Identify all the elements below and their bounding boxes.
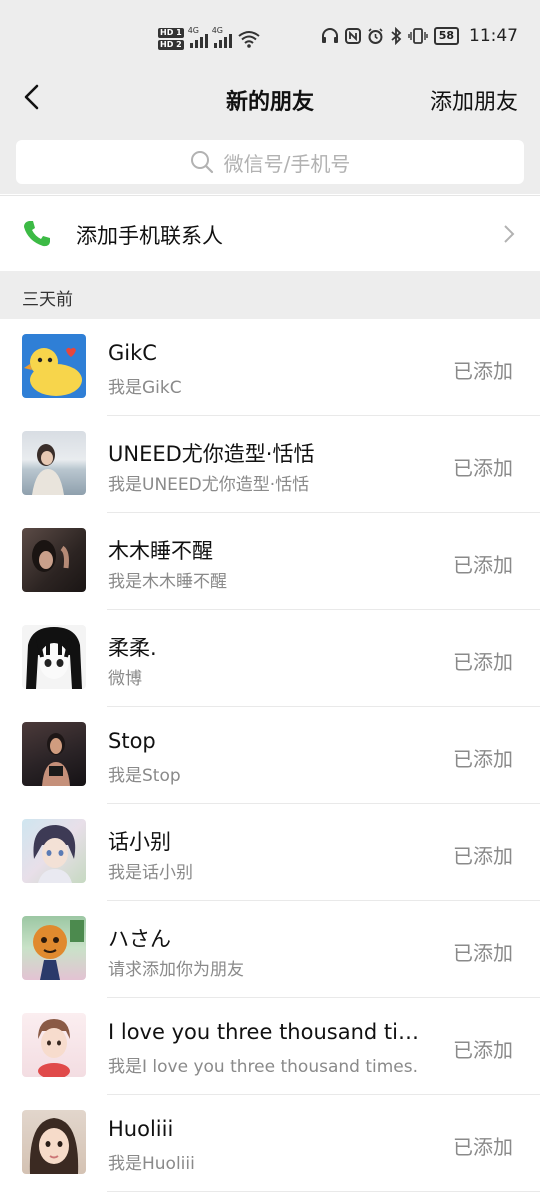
added-status: 已添加 xyxy=(453,747,513,771)
friend-message: 我是话小别 xyxy=(108,863,193,883)
friend-message: 我是Huoliii xyxy=(108,1154,195,1174)
friend-name: Huoliii xyxy=(108,1117,174,1141)
added-status: 已添加 xyxy=(453,359,513,383)
friend-name: Stop xyxy=(108,729,156,753)
cartoon-avatar[interactable] xyxy=(22,916,86,980)
search-input[interactable]: 微信号/手机号 xyxy=(16,140,524,184)
added-status: 已添加 xyxy=(453,1038,513,1062)
list-item[interactable]: 木木睡不醒 我是木木睡不醒 已添加 xyxy=(0,513,540,610)
chevron-right-icon xyxy=(504,225,515,243)
added-status: 已添加 xyxy=(453,650,513,674)
system-indicators: 58 11:47 xyxy=(321,26,518,46)
wifi-icon xyxy=(238,31,260,48)
added-status: 已添加 xyxy=(453,456,513,480)
search-placeholder: 微信号/手机号 xyxy=(223,151,351,176)
list-item[interactable]: ハさん 请求添加你为朋友 已添加 xyxy=(0,901,540,998)
add-phone-contacts-row[interactable]: 添加手机联系人 xyxy=(0,195,540,272)
add-friend-button[interactable]: 添加朋友 xyxy=(430,84,518,116)
signal-2-icon: 4G xyxy=(212,26,232,48)
search-icon xyxy=(190,151,213,174)
photo-avatar[interactable] xyxy=(22,1110,86,1174)
friend-message: 我是UNEED尤你造型·恬恬 xyxy=(108,475,310,495)
headphones-icon xyxy=(321,28,338,43)
vibrate-icon xyxy=(407,28,428,44)
section-label: 三天前 xyxy=(22,290,73,310)
signal-1-icon: 4G xyxy=(188,26,208,48)
list-item[interactable]: 柔柔. 微博 已添加 xyxy=(0,610,540,707)
photo-avatar[interactable] xyxy=(22,528,86,592)
list-item[interactable]: UNEED尤你造型·恬恬 我是UNEED尤你造型·恬恬 已添加 xyxy=(0,416,540,513)
hd1-badge: HD 1 xyxy=(158,28,184,38)
friend-message: 我是木木睡不醒 xyxy=(108,572,227,592)
friend-name: 话小别 xyxy=(108,830,171,854)
friend-name: GikC xyxy=(108,341,157,365)
list-item[interactable]: Huoliii 我是Huoliii 已添加 xyxy=(0,1095,540,1192)
list-item[interactable]: Stop 我是Stop 已添加 xyxy=(0,707,540,804)
friend-message: 我是I love you three thousand times. xyxy=(108,1057,419,1077)
friend-message: 我是GikC xyxy=(108,378,182,398)
status-bar: HD 1 HD 2 4G 4G 58 11:47 xyxy=(0,0,540,70)
photo-avatar[interactable] xyxy=(22,431,86,495)
add-phone-contacts-label: 添加手机联系人 xyxy=(76,224,223,248)
friend-name: UNEED尤你造型·恬恬 xyxy=(108,442,315,466)
friend-name: I love you three thousand ti… xyxy=(108,1020,419,1044)
friend-request-list: GikC 我是GikC 已添加 UNEED尤你造型·恬恬 我是UNEED尤你造型… xyxy=(0,319,540,1192)
friend-name: 柔柔. xyxy=(108,636,157,660)
added-status: 已添加 xyxy=(453,1135,513,1159)
added-status: 已添加 xyxy=(453,553,513,577)
battery-indicator: 58 xyxy=(433,27,459,45)
nfc-icon xyxy=(344,28,361,44)
added-status: 已添加 xyxy=(453,941,513,965)
friend-message: 我是Stop xyxy=(108,766,181,786)
signal-indicators: HD 1 HD 2 4G 4G xyxy=(158,24,260,54)
list-item[interactable]: I love you three thousand ti… 我是I love y… xyxy=(0,998,540,1095)
illustration-avatar[interactable] xyxy=(22,1013,86,1077)
friend-name: 木木睡不醒 xyxy=(108,539,213,563)
list-item[interactable]: GikC 我是GikC 已添加 xyxy=(0,319,540,416)
friend-name: ハさん xyxy=(108,927,171,951)
bluetooth-icon xyxy=(391,27,402,45)
duck-avatar[interactable] xyxy=(22,334,86,398)
added-status: 已添加 xyxy=(453,844,513,868)
search-area: 微信号/手机号 xyxy=(0,126,540,194)
hd2-badge: HD 2 xyxy=(158,40,184,50)
nav-bar: 新的朋友 添加朋友 xyxy=(0,70,540,126)
photo-avatar[interactable] xyxy=(22,722,86,786)
phone-icon xyxy=(24,221,50,247)
section-header: 三天前 xyxy=(0,271,540,319)
alarm-icon xyxy=(368,27,383,44)
anime-avatar[interactable] xyxy=(22,819,86,883)
hd-badges: HD 1 HD 2 xyxy=(158,28,184,50)
friend-message: 微博 xyxy=(108,669,142,689)
list-item[interactable]: 话小别 我是话小别 已添加 xyxy=(0,804,540,901)
manga-avatar[interactable] xyxy=(22,625,86,689)
friend-message: 请求添加你为朋友 xyxy=(108,960,244,980)
clock: 11:47 xyxy=(469,26,518,46)
